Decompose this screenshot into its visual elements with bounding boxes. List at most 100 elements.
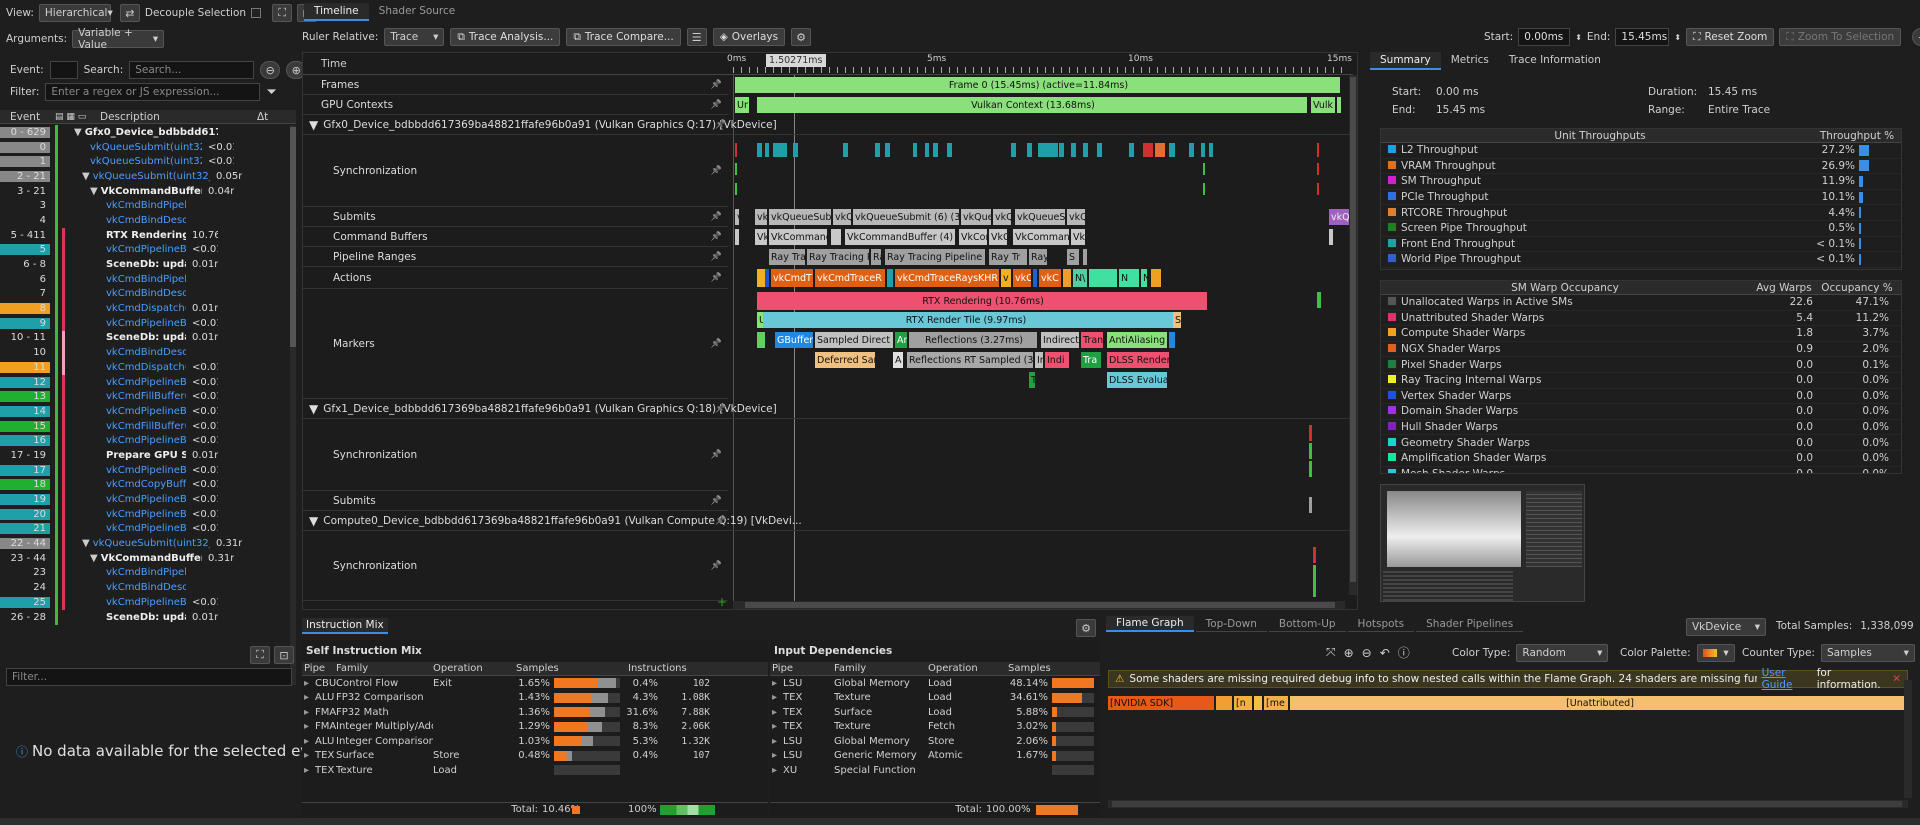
event-row[interactable]: 12 vkCmdPipelineBarrier2K... <0.01r — [0, 375, 290, 391]
action-block[interactable]: N — [1141, 269, 1147, 287]
chevron-down-icon[interactable]: ▼ — [82, 171, 90, 182]
pin-icon[interactable]: 📌 — [711, 561, 722, 571]
action-block[interactable]: vkCmdTraceR — [815, 269, 885, 287]
command-buffer-block[interactable]: VkComman — [1013, 229, 1069, 245]
sync-mark[interactable] — [1203, 163, 1205, 175]
sync-mark[interactable] — [1143, 143, 1153, 157]
dependency-row[interactable]: ▸ LSU Global Memory Load 48.14% — [770, 676, 1100, 691]
col-dep-pipe[interactable]: Pipe — [770, 663, 834, 674]
flame-bar[interactable]: [n — [1234, 696, 1252, 710]
chevron-right-icon[interactable]: ▸ — [304, 736, 309, 747]
filter-input[interactable]: Enter a regex or JS expression... — [45, 83, 261, 101]
instruction-row[interactable]: ▸ CBU Control Flow Exit 1.65% 0.4% 102 — [302, 676, 768, 691]
sync-mark[interactable] — [735, 183, 737, 195]
warp-occ-header[interactable]: Occupancy % — [1819, 282, 1895, 294]
zoom-in-icon[interactable]: + — [1912, 28, 1920, 46]
search-input[interactable]: Search... — [129, 61, 255, 79]
event-row[interactable]: 26 - 28 SceneDb: update dirty ro... 0.01r — [0, 610, 290, 626]
frame-block[interactable]: Frame 0 (15.45ms) (active=11.84ms) — [735, 77, 1340, 93]
event-row[interactable]: 5 - 411 RTX Rendering 10.76r — [0, 228, 290, 244]
pin-icon[interactable]: 📌 — [711, 450, 722, 460]
instruction-row[interactable]: ▸ ALU FP32 Comparison 1.43% 4.3% 1.08K — [302, 691, 768, 706]
dependency-row[interactable]: ▸ TEX Surface Load 5.88% — [770, 705, 1100, 720]
instruction-row[interactable]: ▸ ALU Integer Comparison 1.03% 5.3% 1.32K — [302, 734, 768, 749]
dependency-row[interactable]: ▸ LSU Generic Memory Atomic 1.67% — [770, 749, 1100, 764]
flame-bar[interactable] — [1254, 696, 1262, 710]
sync-mark[interactable] — [1209, 143, 1213, 157]
event-row[interactable]: 17 vkCmdPipelineBarrier2K... <0.01r — [0, 463, 290, 479]
action-block[interactable] — [1151, 269, 1161, 287]
ruler-select[interactable]: Trace ▾ — [384, 28, 445, 46]
event-row[interactable]: 17 - 19 Prepare GPU Scene Inst... 0.01r — [0, 448, 290, 464]
event-row[interactable]: 7 vkCmdBindDescriptorSets — [0, 286, 290, 302]
sync-mark[interactable] — [1129, 143, 1134, 157]
marker-block[interactable]: Sampled Direct — [815, 332, 893, 348]
color-type-select[interactable]: Random ▾ — [1516, 644, 1609, 662]
chevron-right-icon[interactable]: ▸ — [772, 765, 777, 776]
sync-mark[interactable] — [843, 143, 848, 157]
chevron-right-icon[interactable]: ▸ — [772, 678, 777, 689]
col-dep-samples[interactable]: Samples — [1008, 663, 1051, 674]
decouple-icon[interactable]: ⇄ — [119, 4, 140, 22]
pipeline-range-block[interactable]: Ra — [871, 249, 881, 265]
submit-block[interactable]: vk — [755, 209, 767, 225]
warp-row[interactable]: Geometry Shader Warps 0.0 0.0% — [1381, 435, 1901, 451]
throughput-row[interactable]: Front End Throughput < 0.1% — [1381, 237, 1901, 253]
instruction-row[interactable]: ▸ TEX Texture Load — [302, 763, 768, 778]
sync-mark[interactable] — [1203, 183, 1205, 195]
sync-mark[interactable] — [1201, 143, 1205, 157]
chevron-right-icon[interactable]: ▸ — [304, 765, 309, 776]
sync-mark[interactable] — [1155, 143, 1165, 157]
sync-mark[interactable] — [885, 143, 890, 157]
warp-row[interactable]: Pixel Shader Warps 0.0 0.1% — [1381, 357, 1901, 373]
sync-mark[interactable] — [933, 143, 938, 157]
chevron-right-icon[interactable]: ▸ — [772, 750, 777, 761]
marker-block[interactable]: U — [757, 312, 763, 328]
tab-trace-information[interactable]: Trace Information — [1499, 52, 1611, 70]
user-guide-link[interactable]: User Guide — [1762, 667, 1812, 691]
pin-icon[interactable]: 📌 — [711, 100, 722, 110]
timeline-row-gpu[interactable]: GPU Contexts 📌 — [303, 95, 728, 115]
marker-block[interactable]: A — [893, 352, 903, 368]
event-row[interactable]: 4 vkCmdBindDescriptorSets — [0, 213, 290, 229]
submit-block[interactable]: vkQ — [1067, 209, 1085, 225]
sync-mark[interactable] — [875, 143, 880, 157]
chevron-right-icon[interactable]: ▸ — [772, 707, 777, 718]
search-prev-icon[interactable]: ⊖ — [260, 61, 281, 79]
marker-block[interactable]: Reflections (3.27ms) — [909, 332, 1037, 348]
gear-icon[interactable]: ⚙ — [1076, 619, 1096, 637]
command-buffer-block[interactable] — [1329, 229, 1333, 245]
warp-avg-header[interactable]: Avg Warps — [1749, 282, 1819, 294]
action-block[interactable] — [887, 269, 893, 287]
throughput-pct-header[interactable]: Throughput % — [1819, 130, 1895, 142]
event-scrollbar[interactable] — [290, 125, 296, 685]
action-block[interactable] — [1033, 269, 1037, 287]
gpu-context-block[interactable] — [1337, 97, 1341, 113]
command-buffer-block[interactable]: VkCom — [959, 229, 987, 245]
flame-bar[interactable]: [Unattributed] — [1290, 696, 1908, 710]
command-buffer-block[interactable] — [735, 229, 739, 245]
marker-block[interactable]: An — [895, 332, 907, 348]
instruction-row[interactable]: ▸ TEX Surface Store 0.48% 0.4% 107 — [302, 749, 768, 764]
chevron-right-icon[interactable]: ▸ — [772, 736, 777, 747]
action-block[interactable]: N — [1119, 269, 1139, 287]
submit-block[interactable]: vkQueueSubmit (4) (2.76 — [769, 209, 831, 225]
reset-zoom-button[interactable]: ⛶ Reset Zoom — [1686, 28, 1775, 46]
action-block[interactable]: v — [1001, 269, 1011, 287]
timeline-row-sync2[interactable]: Synchronization 📌 — [303, 419, 728, 491]
gpu-context-block[interactable]: Ur — [735, 97, 749, 113]
marker-block[interactable] — [1169, 332, 1175, 348]
event-row[interactable]: 18 vkCmdCopyBuffer(VkBuf... <0.01r — [0, 477, 290, 493]
color-palette-select[interactable]: ▾ — [1696, 644, 1735, 662]
info-icon[interactable]: ⓘ — [1398, 644, 1410, 661]
sync-mark[interactable] — [1059, 143, 1064, 157]
chevron-right-icon[interactable]: ▸ — [772, 721, 777, 732]
decouple-checkbox[interactable] — [251, 8, 262, 18]
action-block[interactable] — [1089, 269, 1117, 287]
timeline-row-gfx0[interactable]: ▼ Gfx0_Device_bdbbdd617369ba48821ffafe96b… — [303, 115, 1353, 135]
end-input[interactable]: 15.45ms — [1615, 28, 1670, 46]
marker-block[interactable]: RTX Render Tile (9.97ms) — [757, 312, 1173, 328]
pin-icon[interactable]: 📌 — [711, 252, 722, 262]
dependency-row[interactable]: ▸ TEX Texture Fetch 3.02% — [770, 720, 1100, 735]
event-row[interactable]: 8 vkCmdDispatch(uint32_t... 0.01r — [0, 301, 290, 317]
